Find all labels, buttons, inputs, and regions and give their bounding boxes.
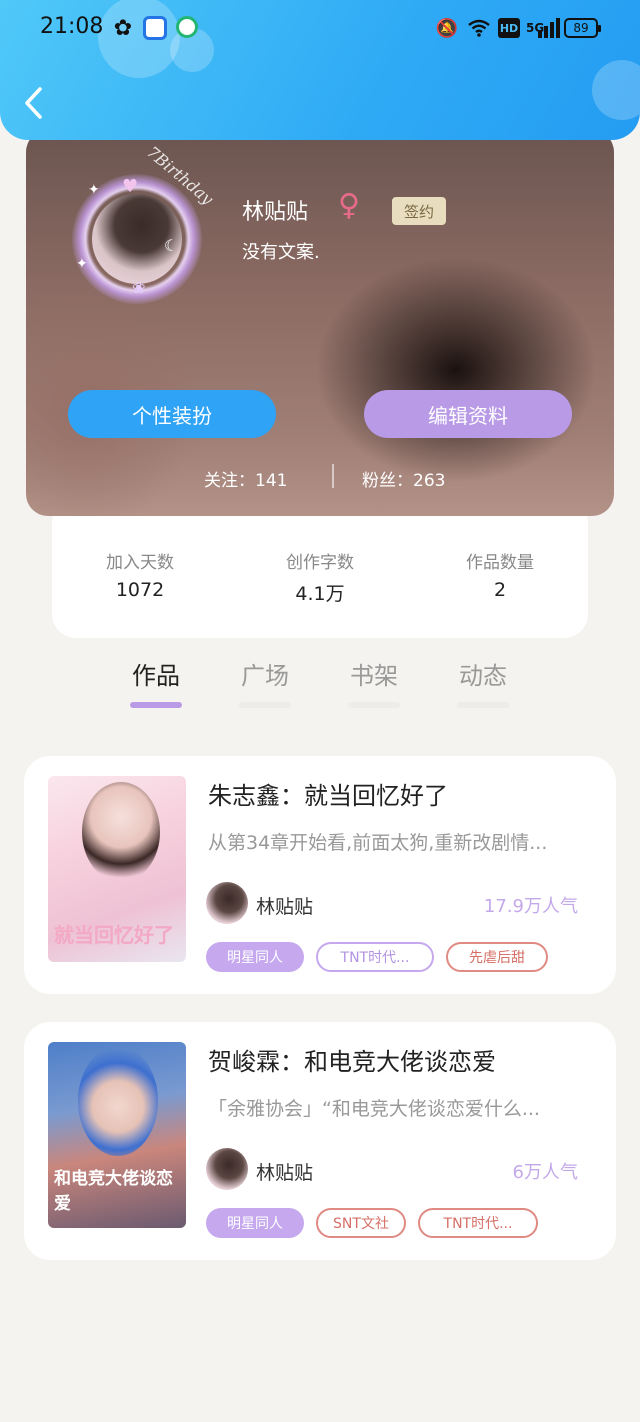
moon-icon: ☾ (164, 236, 179, 255)
tag-category[interactable]: 明星同人 (206, 1208, 304, 1238)
status-bar: 21:08 ✿ 🔕 HD 5G 89 (0, 0, 640, 56)
stat-value: 1072 (115, 579, 165, 601)
wifi-svg (468, 19, 490, 37)
qq-icon: ✿ (113, 15, 133, 41)
chevron-left-icon (25, 87, 42, 119)
tag-category[interactable]: 明星同人 (206, 942, 304, 972)
tag-series[interactable]: TNT时代... (316, 942, 434, 972)
work-card[interactable]: 就当回忆好了 朱志鑫：就当回忆好了 从第34章开始看,前面太狗,重新改剧情...… (24, 756, 616, 994)
work-description: 「余雅协会」“和电竞大佬谈恋爱什么... (208, 1098, 540, 1120)
tab-label: 书架 (350, 662, 398, 690)
wifi-icon (466, 16, 492, 40)
stat-word-count: 创作字数 4.1万 (250, 548, 390, 606)
cover-portrait (82, 782, 160, 882)
profile-card: ✦ ♥ ✦ ☾ ❀ 7Birthday 林贴贴 ♀ 签约 没有文案. 个性装扮 … (26, 130, 614, 516)
signal-icon (538, 18, 560, 38)
stat-join-days: 加入天数 1072 (70, 548, 210, 601)
stat-label: 创作字数 (286, 553, 354, 573)
cover-title-text: 和电竞大佬谈恋爱 (54, 1169, 173, 1214)
tab-works[interactable]: 作品 (126, 656, 186, 708)
tab-indicator (348, 702, 400, 708)
butterfly-icon: ❀ (132, 278, 146, 297)
popularity-count: 17.9万人气 (483, 896, 578, 917)
work-cover[interactable]: 就当回忆好了 (48, 776, 186, 962)
tab-square[interactable]: 广场 (235, 656, 295, 708)
popularity-count: 6万人气 (512, 1162, 578, 1183)
avatar[interactable]: ✦ ♥ ✦ ☾ ❀ (72, 174, 202, 304)
mute-icon: 🔕 (435, 17, 459, 39)
stats-card: 加入天数 1072 创作字数 4.1万 作品数量 2 (52, 500, 588, 638)
tag-series[interactable]: SNT文社 (316, 1208, 406, 1238)
divider (332, 464, 334, 488)
top-header: 21:08 ✿ 🔕 HD 5G 89 (0, 0, 640, 140)
decorate-button[interactable]: 个性装扮 (68, 390, 276, 438)
tab-label: 广场 (241, 662, 289, 690)
work-card[interactable]: 和电竞大佬谈恋爱 贺峻霖：和电竞大佬谈恋爱 「余雅协会」“和电竞大佬谈恋爱什么.… (24, 1022, 616, 1260)
signed-badge: 签约 (392, 197, 446, 225)
work-cover[interactable]: 和电竞大佬谈恋爱 (48, 1042, 186, 1228)
cover-portrait (78, 1046, 158, 1156)
author-name[interactable]: 林贴贴 (256, 892, 313, 919)
work-title[interactable]: 朱志鑫：就当回忆好了 (208, 776, 448, 811)
tag-series[interactable]: TNT时代... (418, 1208, 538, 1238)
user-bio: 没有文案. (242, 242, 320, 263)
status-time: 21:08 (40, 14, 104, 39)
stat-label: 作品数量 (466, 553, 534, 573)
decorative-bubble (592, 60, 640, 120)
stat-value: 2 (493, 579, 507, 601)
following-count[interactable]: 关注：141 (204, 466, 287, 491)
tab-indicator (457, 702, 509, 708)
work-title[interactable]: 贺峻霖：和电竞大佬谈恋爱 (208, 1042, 496, 1077)
stat-label: 加入天数 (106, 553, 174, 573)
work-description: 从第34章开始看,前面太狗,重新改剧情... (208, 832, 548, 854)
fans-count[interactable]: 粉丝：263 (362, 466, 445, 491)
stat-work-count: 作品数量 2 (430, 548, 570, 601)
content-tabs: 作品 广场 书架 动态 (0, 656, 640, 716)
hd-icon: HD (498, 18, 520, 38)
tab-indicator (130, 702, 182, 708)
star-icon: ✦ (76, 256, 88, 272)
battery-icon: 89 (564, 18, 601, 38)
edit-profile-button[interactable]: 编辑资料 (364, 390, 572, 438)
tag-genre[interactable]: 先虐后甜 (446, 942, 548, 972)
tab-bookshelf[interactable]: 书架 (344, 656, 404, 708)
author-avatar[interactable] (206, 1148, 248, 1190)
tab-label: 动态 (459, 662, 507, 690)
cover-title-text: 就当回忆好了 (54, 923, 174, 947)
tab-indicator (239, 702, 291, 708)
app-notification-icon (143, 16, 167, 40)
author-name[interactable]: 林贴贴 (256, 1158, 313, 1185)
tab-label: 作品 (132, 662, 180, 690)
chat-notification-icon (176, 16, 198, 38)
star-icon: ✦ (88, 182, 100, 198)
stat-value: 4.1万 (295, 583, 345, 605)
female-icon: ♀ (338, 188, 360, 223)
username: 林贴贴 (242, 200, 309, 225)
back-button[interactable] (22, 86, 48, 126)
tab-activity[interactable]: 动态 (453, 656, 513, 708)
author-avatar[interactable] (206, 882, 248, 924)
follow-stats-row: 关注：141 粉丝：263 (26, 462, 614, 492)
heart-icon: ♥ (122, 176, 139, 197)
